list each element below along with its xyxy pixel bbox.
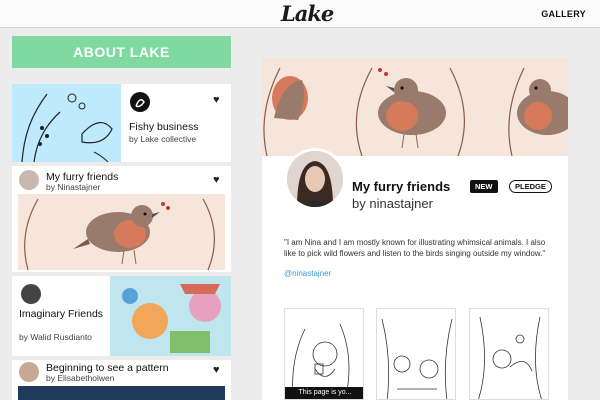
top-bar: Lake GALLERY <box>0 0 600 28</box>
coloring-page-thumbnail[interactable]: This page is yo... <box>284 308 364 400</box>
book-cover-thumbnail <box>110 276 231 356</box>
heart-icon[interactable]: ♥ <box>213 94 220 106</box>
about-lake-button[interactable]: ABOUT LAKE <box>12 36 231 68</box>
card-byline: by Elisabetholwen <box>46 373 115 383</box>
card-title: Fishy business <box>129 121 199 133</box>
page-tooltip: This page is yo... <box>285 387 363 399</box>
author-avatar <box>130 92 150 112</box>
book-byline: by ninastajner <box>352 196 433 211</box>
coloring-page-thumbnail[interactable] <box>469 308 549 400</box>
new-badge: NEW <box>470 180 498 193</box>
author-avatar <box>19 362 39 382</box>
book-card-pattern[interactable]: Beginning to see a pattern by Elisabetho… <box>12 360 231 400</box>
heart-icon[interactable]: ♥ <box>213 174 220 186</box>
lake-logo[interactable]: Lake <box>281 1 334 26</box>
author-profile-avatar[interactable] <box>284 148 346 210</box>
card-byline: by Lake collective <box>129 134 197 144</box>
pledge-button[interactable]: PLEDGE <box>509 180 552 193</box>
heart-icon[interactable]: ♥ <box>213 364 220 376</box>
author-avatar <box>21 284 41 304</box>
card-byline: by Walid Rusdianto <box>19 332 92 342</box>
book-card-fishy-business[interactable]: ♥ Fishy business by Lake collective <box>12 84 231 162</box>
book-cover-thumbnail <box>18 194 225 270</box>
author-avatar <box>19 170 39 190</box>
coloring-page-thumbnail[interactable] <box>376 308 456 400</box>
gallery-link[interactable]: GALLERY <box>541 9 586 19</box>
card-byline: by Ninastajner <box>46 182 101 192</box>
book-card-imaginary-friends[interactable]: Imaginary Friends by Walid Rusdianto <box>12 276 231 356</box>
author-bio: "I am Nina and I am mostly known for ill… <box>284 238 546 258</box>
book-detail-panel: My furry friends NEW PLEDGE by ninastajn… <box>262 58 568 400</box>
book-cover-thumbnail <box>18 386 225 400</box>
book-banner-image <box>262 58 568 156</box>
book-cover-thumbnail <box>12 84 121 162</box>
card-title: Imaginary Friends <box>19 308 104 320</box>
book-title: My furry friends <box>352 179 451 194</box>
book-card-my-furry-friends[interactable]: My furry friends by Ninastajner ♥ <box>12 166 231 272</box>
author-handle-link[interactable]: @ninastajner <box>284 269 331 278</box>
